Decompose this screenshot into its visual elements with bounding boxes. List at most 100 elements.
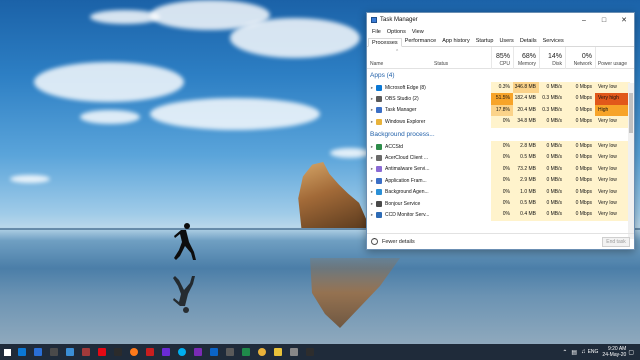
tab-app-history[interactable]: App history xyxy=(439,37,473,46)
mail-icon[interactable] xyxy=(30,344,46,360)
process-memory: 20.4 MB xyxy=(513,104,539,117)
chrome-icon[interactable] xyxy=(254,344,270,360)
group-apps-header[interactable]: Apps (4) xyxy=(367,69,630,82)
close-button[interactable]: ✕ xyxy=(614,13,634,27)
clock[interactable]: 9:20 AM 24-May-20 xyxy=(602,346,626,358)
process-power: Very low xyxy=(595,163,630,176)
tab-services[interactable]: Services xyxy=(540,37,567,46)
title-bar[interactable]: Task Manager – □ ✕ xyxy=(367,13,634,27)
fewer-details-label: Fewer details xyxy=(382,238,415,245)
skype-icon[interactable] xyxy=(174,344,190,360)
windows-start-icon[interactable] xyxy=(0,344,14,360)
photos-icon[interactable] xyxy=(62,344,78,360)
firefox-icon[interactable] xyxy=(126,344,142,360)
process-network: 0 Mbps xyxy=(565,152,595,164)
adobe-icon[interactable] xyxy=(142,344,158,360)
column-network[interactable]: 0% Network xyxy=(565,47,595,69)
process-row[interactable]: ▸ Windows Explorer 0% 34.8 MB 0 MB/s 0 Mbps Ve… xyxy=(367,116,630,128)
process-name: Application Fram... xyxy=(385,177,427,184)
group-background-header[interactable]: Background process... xyxy=(367,128,630,141)
window-title: Task Manager xyxy=(380,17,418,23)
process-network: 0 Mbps xyxy=(565,209,595,221)
process-row[interactable]: ▸ ACCStd 0% 2.8 MB 0 MB/s 0 Mbps Very low xyxy=(367,141,630,153)
column-memory[interactable]: 68% Memory xyxy=(513,47,539,69)
expand-chevron-icon[interactable]: ▸ xyxy=(369,155,375,161)
tab-startup[interactable]: Startup xyxy=(473,37,497,46)
column-status[interactable]: Status xyxy=(431,47,491,69)
process-row[interactable]: ▸ Microsoft Edge (8) 0.3% 346.8 MB 0 MB/s 0 M… xyxy=(367,82,630,94)
column-disk[interactable]: 14% Disk xyxy=(539,47,565,69)
onenote-icon[interactable] xyxy=(190,344,206,360)
chevron-up-icon: ⌃ xyxy=(371,238,378,245)
memory-label: Memory xyxy=(517,61,536,67)
process-row[interactable]: ▸ Antimalware Servi... 0% 73.2 MB 0 MB/s 0 Mb… xyxy=(367,163,630,176)
process-cpu: 0% xyxy=(491,141,513,153)
tab-processes[interactable]: Processes xyxy=(368,38,402,47)
menu-options[interactable]: Options xyxy=(384,29,409,35)
edge-icon[interactable] xyxy=(14,344,30,360)
process-status xyxy=(431,93,491,104)
process-row[interactable]: ▸ Bonjour Service 0% 0.5 MB 0 MB/s 0 Mbps Very… xyxy=(367,198,630,210)
expand-chevron-icon[interactable]: ▸ xyxy=(369,107,375,113)
expand-chevron-icon[interactable]: ▸ xyxy=(369,178,375,184)
outlook-icon[interactable] xyxy=(206,344,222,360)
process-row[interactable]: ▸ Task Manager 17.8% 20.4 MB 0.3 MB/s 0 Mbps H… xyxy=(367,104,630,117)
memory-total: 68% xyxy=(521,53,536,60)
column-cpu[interactable]: 85% CPU xyxy=(491,47,513,69)
volume-icon[interactable]: ♫ xyxy=(581,349,586,355)
network-icon[interactable]: ▤ xyxy=(571,349,577,356)
access-icon[interactable] xyxy=(78,344,94,360)
expand-chevron-icon[interactable]: ▸ xyxy=(369,201,375,207)
end-task-button[interactable]: End task xyxy=(602,237,630,247)
task-manager-icon xyxy=(371,17,377,23)
excel-icon[interactable] xyxy=(238,344,254,360)
notification-icon[interactable]: ▢ xyxy=(628,349,634,356)
process-row[interactable]: ▸ Application Fram... 0% 2.9 MB 0 MB/s 0 Mbps… xyxy=(367,175,630,187)
expand-chevron-icon[interactable]: ▸ xyxy=(369,96,375,102)
expand-chevron-icon[interactable]: ▸ xyxy=(369,212,375,218)
expand-chevron-icon[interactable]: ▸ xyxy=(369,119,375,125)
process-power: Very low xyxy=(595,82,630,94)
process-icon xyxy=(376,143,382,150)
process-cpu: 0% xyxy=(491,186,513,198)
cloud xyxy=(80,110,140,124)
settings-icon[interactable] xyxy=(286,344,302,360)
fewer-details-link[interactable]: ⌃ Fewer details xyxy=(367,238,415,245)
expand-chevron-icon[interactable]: ▸ xyxy=(369,166,375,172)
yahoo-icon[interactable] xyxy=(158,344,174,360)
tab-performance[interactable]: Performance xyxy=(402,37,440,46)
game-icon[interactable] xyxy=(302,344,318,360)
file-explorer-icon[interactable] xyxy=(270,344,286,360)
netflix-icon[interactable] xyxy=(94,344,110,360)
process-power: Very low xyxy=(595,209,630,221)
maximize-button[interactable]: □ xyxy=(594,13,614,27)
tab-details[interactable]: Details xyxy=(517,37,540,46)
language-indicator[interactable]: ENG xyxy=(588,349,599,355)
process-memory: 34.8 MB xyxy=(513,116,539,128)
network-total: 0% xyxy=(581,53,592,60)
column-name[interactable]: Name xyxy=(367,47,431,69)
process-cpu: 0% xyxy=(491,116,513,128)
column-power[interactable]: Power usage xyxy=(595,47,630,69)
scrollbar[interactable] xyxy=(628,83,634,239)
tablet-icon[interactable] xyxy=(110,344,126,360)
process-row[interactable]: ▸ OBS Studio (2) 51.5% 182.4 MB 0.3 MB/s 0 Mb… xyxy=(367,93,630,105)
expand-chevron-icon[interactable]: ▸ xyxy=(369,85,375,91)
process-status xyxy=(431,82,491,93)
process-power: Very low xyxy=(595,116,630,128)
store-icon[interactable] xyxy=(46,344,62,360)
process-row[interactable]: ▸ Background Agen... 0% 1.0 MB 0 MB/s 0 Mbps V… xyxy=(367,186,630,198)
chevron-up-icon[interactable]: ⌃ xyxy=(562,349,567,356)
process-memory: 1.0 MB xyxy=(513,186,539,198)
menu-view[interactable]: View xyxy=(409,29,427,35)
expand-chevron-icon[interactable]: ▸ xyxy=(369,189,375,195)
expand-chevron-icon[interactable]: ▸ xyxy=(369,144,375,150)
tab-users[interactable]: Users xyxy=(496,37,516,46)
process-row[interactable]: ▸ AcerCloud Client ... 0% 0.5 MB 0 MB/s 0 Mbp… xyxy=(367,152,630,164)
calculator-icon[interactable] xyxy=(222,344,238,360)
menu-file[interactable]: File xyxy=(369,29,384,35)
scrollbar-thumb[interactable] xyxy=(629,93,633,133)
minimize-button[interactable]: – xyxy=(574,13,594,27)
menu-bar: File Options View xyxy=(367,27,634,37)
process-row[interactable]: ▸ CCD Monitor Serv... 0% 0.4 MB 0 MB/s 0 Mbps… xyxy=(367,209,630,221)
